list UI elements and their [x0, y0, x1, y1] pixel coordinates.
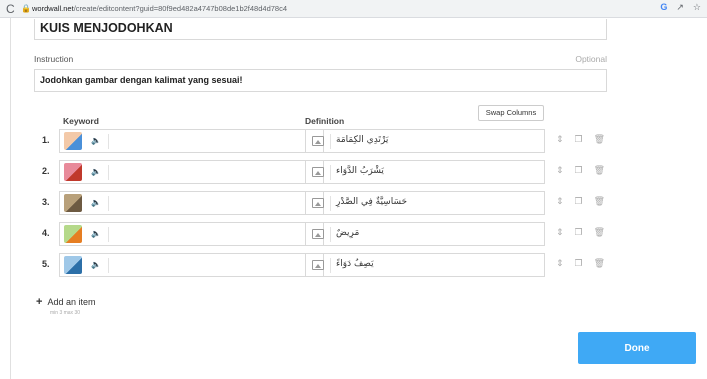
- bookmark-star-icon[interactable]: ☆: [693, 2, 701, 13]
- reorder-icon[interactable]: ⇕: [556, 165, 564, 176]
- duplicate-icon[interactable]: ❐: [575, 227, 583, 238]
- image-icon[interactable]: [312, 229, 324, 239]
- speaker-icon[interactable]: 🔈: [91, 167, 101, 176]
- speaker-icon[interactable]: 🔈: [91, 260, 101, 269]
- keyword-field[interactable]: 🔈: [59, 222, 324, 246]
- url-path: /create/editcontent?guid=80f9ed482a4747b…: [73, 4, 288, 13]
- field-divider: [108, 134, 109, 149]
- definition-column-header: Definition: [305, 116, 345, 126]
- definition-text: يَرْتَدِي الكِمَامَة: [336, 135, 389, 145]
- definition-field[interactable]: يَشْرَبُ الدَّوَاء: [305, 160, 545, 184]
- keyword-field[interactable]: 🔈: [59, 191, 324, 215]
- swap-columns-button[interactable]: Swap Columns: [478, 105, 544, 121]
- add-item-button[interactable]: + Add an item: [36, 296, 95, 308]
- field-divider: [108, 196, 109, 211]
- item-number: 1.: [42, 135, 50, 145]
- field-divider: [330, 258, 331, 273]
- reorder-icon[interactable]: ⇕: [556, 134, 564, 145]
- list-item: 5. 🔈 يَصِفُ دَوَاءً ⇕ ❐ 🗑: [34, 253, 614, 277]
- editor-page: KUIS MENJODOHKAN Instruction Optional Jo…: [0, 18, 707, 379]
- keyword-image[interactable]: [64, 163, 82, 181]
- trash-icon[interactable]: 🗑: [594, 196, 605, 207]
- list-item: 4. 🔈 مَرِيضٌ ⇕ ❐ 🗑: [34, 222, 614, 246]
- field-divider: [330, 165, 331, 180]
- keyword-column-header: Keyword: [63, 116, 99, 126]
- item-number: 5.: [42, 259, 50, 269]
- image-icon[interactable]: [312, 167, 324, 177]
- field-divider: [330, 196, 331, 211]
- add-item-label: Add an item: [47, 297, 96, 307]
- duplicate-icon[interactable]: ❐: [575, 258, 583, 269]
- url-host: wordwall.net: [32, 4, 74, 13]
- keyword-image[interactable]: [64, 194, 82, 212]
- field-divider: [108, 165, 109, 180]
- speaker-icon[interactable]: 🔈: [91, 136, 101, 145]
- item-number: 2.: [42, 166, 50, 176]
- reorder-icon[interactable]: ⇕: [556, 227, 564, 238]
- reload-icon[interactable]: C: [6, 2, 15, 16]
- reorder-icon[interactable]: ⇕: [556, 196, 564, 207]
- list-item: 2. 🔈 يَشْرَبُ الدَّوَاء ⇕ ❐ 🗑: [34, 160, 614, 184]
- browser-toolbar: C 🔒 wordwall.net/create/editcontent?guid…: [0, 0, 707, 18]
- min-max-hint: min 3 max 30: [50, 310, 81, 316]
- row-actions: ⇕ ❐ 🗑: [556, 227, 605, 238]
- google-icon[interactable]: G: [660, 2, 667, 13]
- definition-text: مَرِيضٌ: [336, 228, 360, 238]
- duplicate-icon[interactable]: ❐: [575, 196, 583, 207]
- definition-field[interactable]: مَرِيضٌ: [305, 222, 545, 246]
- optional-label: Optional: [575, 54, 607, 64]
- definition-text: يَصِفُ دَوَاءً: [336, 259, 374, 269]
- keyword-image[interactable]: [64, 132, 82, 150]
- duplicate-icon[interactable]: ❐: [575, 165, 583, 176]
- item-number: 4.: [42, 228, 50, 238]
- list-item: 3. 🔈 حَسَاسِيَّةٌ فِي الصَّدْرِ ⇕ ❐ 🗑: [34, 191, 614, 215]
- item-number: 3.: [42, 197, 50, 207]
- definition-field[interactable]: يَصِفُ دَوَاءً: [305, 253, 545, 277]
- address-bar[interactable]: 🔒 wordwall.net/create/editcontent?guid=8…: [20, 2, 670, 16]
- speaker-icon[interactable]: 🔈: [91, 198, 101, 207]
- row-actions: ⇕ ❐ 🗑: [556, 165, 605, 176]
- field-divider: [108, 258, 109, 273]
- keyword-field[interactable]: 🔈: [59, 253, 324, 277]
- trash-icon[interactable]: 🗑: [594, 227, 605, 238]
- reorder-icon[interactable]: ⇕: [556, 258, 564, 269]
- field-divider: [108, 227, 109, 242]
- image-icon[interactable]: [312, 198, 324, 208]
- field-divider: [330, 134, 331, 149]
- keyword-field[interactable]: 🔈: [59, 129, 324, 153]
- keyword-image[interactable]: [64, 225, 82, 243]
- row-actions: ⇕ ❐ 🗑: [556, 134, 605, 145]
- duplicate-icon[interactable]: ❐: [575, 134, 583, 145]
- speaker-icon[interactable]: 🔈: [91, 229, 101, 238]
- instruction-field[interactable]: Jodohkan gambar dengan kalimat yang sesu…: [34, 69, 607, 92]
- share-icon[interactable]: ↗: [676, 2, 684, 13]
- list-item: 1. 🔈 يَرْتَدِي الكِمَامَة ⇕ ❐ 🗑: [34, 129, 614, 153]
- lock-icon: 🔒: [21, 4, 31, 13]
- keyword-image[interactable]: [64, 256, 82, 274]
- browser-actions: G ↗ ☆: [660, 2, 701, 13]
- definition-field[interactable]: حَسَاسِيَّةٌ فِي الصَّدْرِ: [305, 191, 545, 215]
- plus-icon: +: [36, 296, 43, 308]
- instruction-label: Instruction: [34, 54, 74, 64]
- trash-icon[interactable]: 🗑: [594, 134, 605, 145]
- row-actions: ⇕ ❐ 🗑: [556, 258, 605, 269]
- definition-text: يَشْرَبُ الدَّوَاء: [336, 166, 384, 176]
- trash-icon[interactable]: 🗑: [594, 258, 605, 269]
- trash-icon[interactable]: 🗑: [594, 165, 605, 176]
- image-icon[interactable]: [312, 260, 324, 270]
- row-actions: ⇕ ❐ 🗑: [556, 196, 605, 207]
- image-icon[interactable]: [312, 136, 324, 146]
- keyword-field[interactable]: 🔈: [59, 160, 324, 184]
- done-button[interactable]: Done: [578, 332, 696, 364]
- activity-title-field[interactable]: KUIS MENJODOHKAN: [34, 19, 607, 40]
- field-divider: [330, 227, 331, 242]
- definition-field[interactable]: يَرْتَدِي الكِمَامَة: [305, 129, 545, 153]
- definition-text: حَسَاسِيَّةٌ فِي الصَّدْرِ: [336, 197, 408, 207]
